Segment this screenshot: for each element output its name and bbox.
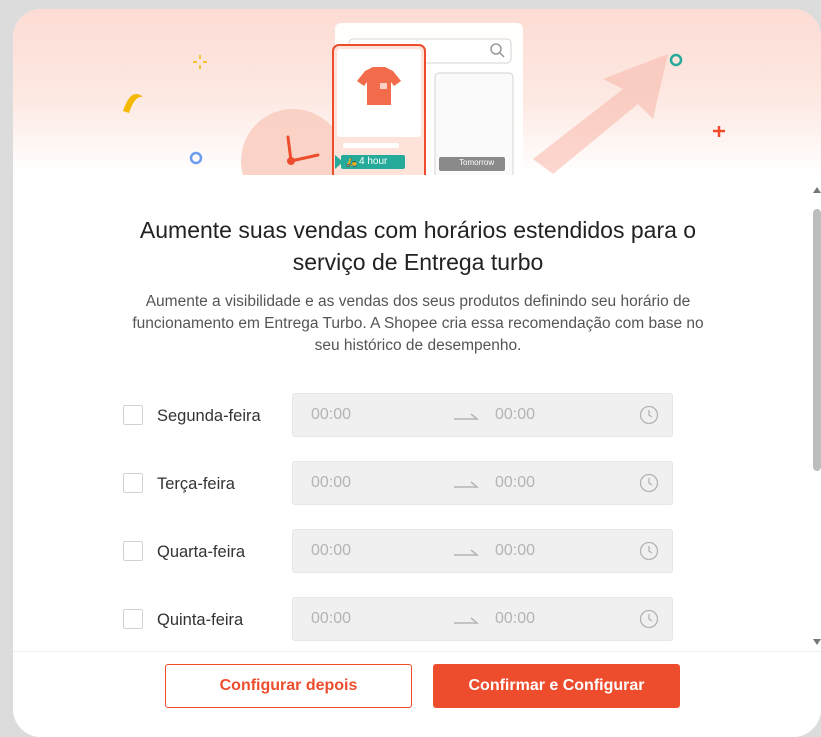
description-line: seu histórico de desempenho. — [314, 337, 522, 354]
day-checkbox-terca[interactable] — [123, 473, 143, 493]
time-range-picker-quarta[interactable]: 00:00 00:00 — [292, 529, 673, 573]
start-time: 00:00 — [311, 610, 352, 627]
end-time: 00:00 — [495, 406, 536, 423]
growth-arrow-icon — [533, 54, 668, 174]
dialog-description: Aumente a visibilidade e as vendas dos s… — [43, 291, 793, 357]
end-time: 00:00 — [495, 474, 536, 491]
time-range-picker-quinta[interactable]: 00:00 00:00 — [292, 597, 673, 641]
configure-later-button[interactable]: Configurar depois — [165, 664, 412, 708]
badge-fast-label: 4 hour — [359, 156, 388, 167]
clock-circle-decor — [241, 109, 345, 175]
clock-icon — [639, 405, 659, 425]
arrow-right-icon — [454, 549, 479, 556]
day-label: Segunda-feira — [157, 407, 261, 425]
confirm-configure-button[interactable]: Confirmar e Configurar — [433, 664, 680, 708]
badge-slow-label: Tomorrow — [459, 158, 495, 167]
scrollbar-thumb[interactable] — [813, 209, 821, 471]
day-row-quarta: Quarta-feira 00:00 00:00 — [123, 529, 683, 575]
day-label: Quinta-feira — [157, 611, 244, 629]
day-label: Terça-feira — [157, 475, 235, 493]
arrow-right-icon — [454, 481, 479, 488]
clock-icon — [639, 609, 659, 629]
clock-icon — [639, 541, 659, 561]
dialog-title: Aumente suas vendas com horários estendi… — [73, 214, 763, 278]
time-range-picker-terca[interactable]: 00:00 00:00 — [292, 461, 673, 505]
scroll-down-icon[interactable] — [812, 637, 821, 647]
clock-icon — [639, 473, 659, 493]
description-line: Aumente a visibilidade e as vendas dos s… — [145, 293, 691, 310]
sparkle-decor — [123, 94, 143, 113]
scooter-icon: 🛵 — [346, 157, 358, 167]
day-row-quinta: Quinta-feira 00:00 00:00 — [123, 597, 683, 643]
time-range-picker-segunda[interactable]: 00:00 00:00 — [292, 393, 673, 437]
day-checkbox-quarta[interactable] — [123, 541, 143, 561]
end-time: 00:00 — [495, 610, 536, 627]
scroll-up-icon[interactable] — [812, 185, 821, 195]
config-modal: 4 hour 🛵 Tomorrow Aumente suas vendas co… — [13, 9, 821, 737]
day-row-terca: Terça-feira 00:00 00:00 — [123, 461, 683, 507]
banner-illustration: 4 hour 🛵 Tomorrow — [13, 9, 821, 175]
day-label: Quarta-feira — [157, 543, 246, 561]
title-line: Aumente suas vendas com horários estendi… — [139, 217, 697, 243]
start-time: 00:00 — [311, 542, 352, 559]
end-time: 00:00 — [495, 542, 536, 559]
arrow-right-icon — [454, 413, 479, 420]
title-line: serviço de Entrega turbo — [292, 249, 544, 275]
day-checkbox-quinta[interactable] — [123, 609, 143, 629]
start-time: 00:00 — [311, 406, 352, 423]
banner-illustration-art — [123, 23, 725, 175]
day-row-segunda: Segunda-feira 00:00 00:00 — [123, 393, 683, 439]
start-time: 00:00 — [311, 474, 352, 491]
dialog-footer: Configurar depois Confirmar e Configurar — [13, 651, 821, 737]
day-checkbox-segunda[interactable] — [123, 405, 143, 425]
description-line: funcionamento em Entrega Turbo. A Shopee… — [132, 315, 704, 332]
arrow-right-icon — [454, 617, 479, 624]
